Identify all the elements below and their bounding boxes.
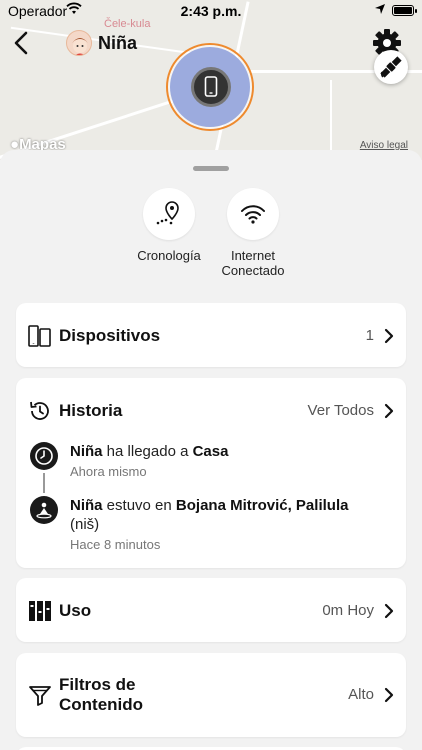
internet-status-action[interactable]: Internet Conectado [198, 188, 308, 278]
usage-card[interactable]: Uso 0m Hoy [16, 578, 406, 642]
filter-funnel-icon [29, 686, 51, 706]
back-button[interactable] [10, 30, 34, 56]
details-sheet: Cronología Internet Conectado Dispositiv… [0, 150, 422, 750]
chevron-right-icon [384, 687, 394, 703]
map-view[interactable]: Čele-kula Operador 2:43 p.m. Niña ●Mapas… [0, 0, 422, 160]
history-card: Historia Ver Todos Niña ha llegado a Cas… [16, 378, 406, 568]
usage-today-value: 0m Hoy [322, 602, 374, 619]
status-bar: Operador 2:43 p.m. [0, 0, 422, 22]
devices-card[interactable]: Dispositivos 1 [16, 303, 406, 367]
filter-level-value: Alto [348, 686, 374, 703]
history-event-time: Ahora mismo [70, 464, 147, 479]
usage-bars-icon [29, 601, 51, 621]
phone-icon [204, 76, 218, 97]
content-filters-title: Filtros de Contenido [59, 675, 144, 714]
arrival-clock-icon [30, 442, 58, 470]
chevron-right-icon [384, 403, 394, 419]
timeline-pin-icon [156, 201, 179, 225]
usage-title: Uso [59, 601, 92, 620]
location-arrow-icon [375, 4, 385, 14]
child-avatar [66, 30, 92, 56]
history-event[interactable]: Niña estuvo en Bojana Mitrović, Palilula… [30, 496, 390, 554]
history-event-text: Niña estuvo en Bojana Mitrović, Palilula… [70, 497, 349, 533]
devices-icon [28, 325, 51, 347]
chevron-right-icon [384, 328, 394, 344]
map-road [330, 80, 332, 160]
wifi-icon [241, 205, 265, 224]
view-all-link[interactable]: Ver Todos [308, 402, 374, 419]
devices-count: 1 [365, 327, 374, 344]
sheet-drag-handle[interactable] [193, 166, 229, 171]
history-title: Historia [59, 401, 123, 420]
timeline-button[interactable] [143, 188, 195, 240]
history-event-text: Niña ha llegado a Casa [70, 443, 229, 460]
content-filters-card[interactable]: Filtros de Contenido Alto [16, 653, 406, 737]
stay-location-icon [30, 496, 58, 524]
internet-status-label: Internet Conectado [221, 248, 285, 278]
satellite-icon [380, 56, 402, 78]
history-event[interactable]: Niña ha llegado a Casa Ahora mismo [30, 442, 390, 482]
device-location-marker[interactable] [191, 67, 231, 107]
child-name[interactable]: Niña [98, 33, 137, 54]
status-time: 2:43 p.m. [180, 3, 242, 19]
devices-title: Dispositivos [59, 326, 161, 345]
history-icon [30, 401, 49, 420]
battery-icon [392, 5, 417, 16]
history-header[interactable]: Historia Ver Todos [16, 378, 406, 442]
satellite-view-button[interactable] [374, 50, 408, 84]
history-event-time: Hace 8 minutos [70, 537, 161, 552]
chevron-right-icon [384, 603, 394, 619]
internet-button[interactable] [227, 188, 279, 240]
